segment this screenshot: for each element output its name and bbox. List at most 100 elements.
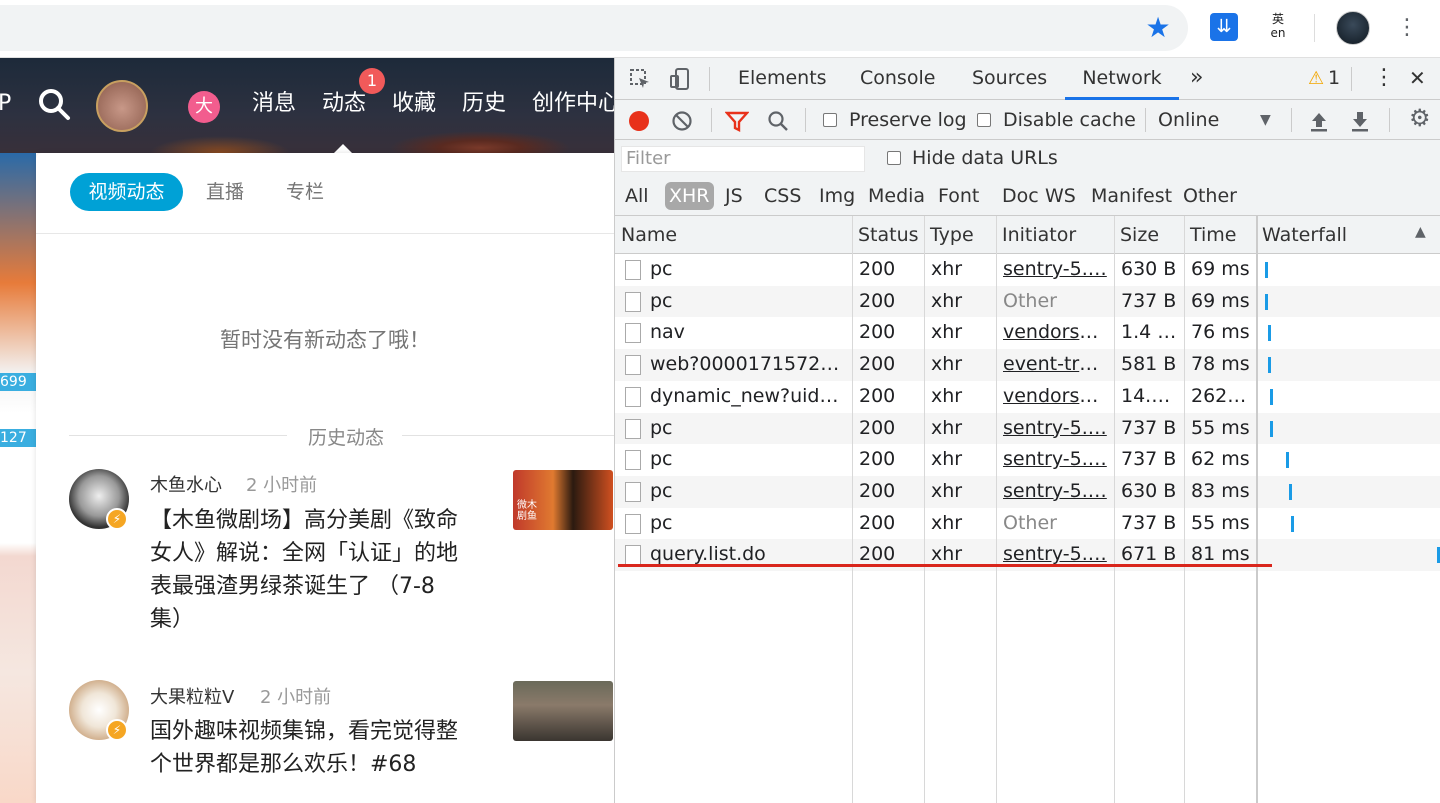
gear-icon[interactable]: ⚙ xyxy=(1409,106,1431,130)
network-request-table: Name Status Type Initiator Size Time Wat… xyxy=(615,216,1440,803)
table-row[interactable]: pc 200 xhr sentry-5.… 630 B 83 ms xyxy=(615,475,1440,508)
request-name[interactable]: pc xyxy=(650,413,848,444)
column-header-initiator[interactable]: Initiator xyxy=(996,216,1114,254)
request-initiator[interactable]: event-tra… xyxy=(1003,349,1109,380)
column-header-time[interactable]: Time xyxy=(1184,216,1256,254)
filter-input[interactable]: Filter xyxy=(621,146,865,172)
type-filter-font[interactable]: Font xyxy=(938,182,979,210)
search-icon[interactable] xyxy=(36,86,72,122)
nav-messages[interactable]: 消息 xyxy=(252,90,296,118)
request-name[interactable]: web?00001715721… xyxy=(650,349,848,380)
warning-count[interactable]: 1 xyxy=(1328,66,1340,90)
disable-cache-label[interactable]: Disable cache xyxy=(1003,108,1136,132)
request-name[interactable]: pc xyxy=(650,476,848,507)
export-har-icon[interactable] xyxy=(1348,109,1372,133)
request-initiator[interactable]: sentry-5.… xyxy=(1003,444,1109,475)
request-initiator[interactable]: sentry-5.… xyxy=(1003,476,1109,507)
tab-sources[interactable]: Sources xyxy=(972,66,1047,90)
tab-live[interactable]: 直播 xyxy=(206,180,244,204)
request-name[interactable]: pc xyxy=(650,508,848,539)
type-filter-manifest[interactable]: Manifest xyxy=(1091,182,1172,210)
tab-video-dynamics[interactable]: 视频动态 xyxy=(70,173,183,211)
nav-favorites[interactable]: 收藏 xyxy=(392,90,436,118)
toolbar-divider xyxy=(1389,108,1390,132)
browser-toolbar: ★ ⇊ 英 en ⋮ xyxy=(0,0,1440,58)
type-filter-other[interactable]: Other xyxy=(1183,182,1237,210)
tab-elements[interactable]: Elements xyxy=(738,66,827,90)
type-filter-doc[interactable]: Doc xyxy=(1002,182,1039,210)
table-row[interactable]: dynamic_new?uid=… 200 xhr vendors~… 14.… 262… xyxy=(615,381,1440,413)
kebab-menu-icon[interactable]: ⋮ xyxy=(1396,12,1418,44)
device-toolbar-icon[interactable] xyxy=(669,67,691,91)
download-extension-icon[interactable]: ⇊ xyxy=(1210,13,1238,41)
tab-column[interactable]: 专栏 xyxy=(286,180,324,204)
disable-cache-checkbox[interactable] xyxy=(977,113,991,127)
warning-icon[interactable]: ⚠ xyxy=(1308,68,1324,89)
hide-data-urls-label[interactable]: Hide data URLs xyxy=(912,146,1058,170)
search-icon[interactable] xyxy=(767,110,789,132)
table-row[interactable]: pc 200 xhr sentry-5.… 737 B 62 ms xyxy=(615,444,1440,476)
user-avatar[interactable] xyxy=(96,80,148,132)
tab-network[interactable]: Network xyxy=(1065,58,1179,100)
type-filter-xhr[interactable]: XHR xyxy=(665,182,714,210)
chevron-down-icon[interactable]: ▼ xyxy=(1260,108,1271,132)
table-row[interactable]: nav 200 xhr vendors~… 1.4 … 76 ms xyxy=(615,317,1440,349)
devtools-menu-icon[interactable]: ⋮ xyxy=(1373,66,1395,90)
request-initiator[interactable]: sentry-5.… xyxy=(1003,413,1109,444)
type-filter-css[interactable]: CSS xyxy=(764,182,801,210)
type-filter-js[interactable]: JS xyxy=(725,182,743,210)
request-initiator[interactable]: sentry-5.… xyxy=(1003,254,1109,285)
video-thumbnail[interactable] xyxy=(513,681,613,741)
request-name[interactable]: dynamic_new?uid=… xyxy=(650,381,848,412)
close-icon[interactable]: ✕ xyxy=(1409,66,1426,90)
throttle-select[interactable]: Online xyxy=(1158,108,1219,132)
request-name[interactable]: pc xyxy=(650,286,848,317)
tab-console[interactable]: Console xyxy=(860,66,935,90)
import-har-icon[interactable] xyxy=(1307,109,1331,133)
preserve-log-checkbox[interactable] xyxy=(823,113,837,127)
request-initiator[interactable]: vendors~… xyxy=(1003,317,1109,348)
address-bar[interactable] xyxy=(0,5,1188,51)
toolbar-divider xyxy=(1145,108,1146,132)
clear-icon[interactable] xyxy=(671,110,693,132)
request-initiator[interactable]: vendors~… xyxy=(1003,381,1109,412)
star-icon[interactable]: ★ xyxy=(1144,14,1172,42)
nav-dynamics[interactable]: 动态 xyxy=(322,90,366,118)
request-type: xhr xyxy=(931,416,963,439)
video-thumbnail[interactable]: 微木 剧鱼 xyxy=(513,470,613,530)
column-header-waterfall[interactable]: Waterfall xyxy=(1256,216,1440,254)
request-size: 737 B xyxy=(1121,448,1177,471)
type-filter-media[interactable]: Media xyxy=(868,182,925,210)
profile-avatar[interactable] xyxy=(1336,11,1370,45)
feed-author[interactable]: 木鱼水心 xyxy=(150,471,222,497)
type-filter-all[interactable]: All xyxy=(625,182,649,210)
nav-creator-center[interactable]: 创作中心 xyxy=(532,90,614,118)
more-tabs-icon[interactable]: » xyxy=(1190,66,1203,90)
feed-title[interactable]: 【木鱼微剧场】高分美剧《致命 女人》解说：全网「认证」的地 表最强渣男绿茶诞生了… xyxy=(150,504,458,636)
inspect-element-icon[interactable] xyxy=(629,68,651,90)
feed-title[interactable]: 国外趣味视频集锦，看完觉得整 个世界都是那么欢乐！#68 xyxy=(150,715,458,781)
type-filter-ws[interactable]: WS xyxy=(1045,182,1076,210)
table-row[interactable]: pc 200 xhr Other 737 B 55 ms xyxy=(615,508,1440,540)
column-header-name[interactable]: Name xyxy=(615,216,852,254)
request-name[interactable]: pc xyxy=(650,444,848,475)
column-header-type[interactable]: Type xyxy=(924,216,996,254)
preserve-log-label[interactable]: Preserve log xyxy=(849,108,967,132)
feed-author[interactable]: 大果粒粒V xyxy=(150,683,234,709)
vip-badge[interactable]: 大 xyxy=(188,91,220,123)
record-icon[interactable] xyxy=(629,111,649,131)
request-name[interactable]: pc xyxy=(650,254,848,285)
table-row[interactable]: pc 200 xhr sentry-5.… 630 B 69 ms xyxy=(615,254,1440,286)
table-row[interactable]: web?00001715721… 200 xhr event-tra… 581 B 78 … xyxy=(615,349,1440,381)
type-filter-img[interactable]: Img xyxy=(819,182,855,210)
filter-icon[interactable] xyxy=(725,110,749,132)
column-header-size[interactable]: Size xyxy=(1114,216,1184,254)
request-name[interactable]: nav xyxy=(650,317,848,348)
table-row[interactable]: pc 200 xhr sentry-5.… 737 B 55 ms xyxy=(615,412,1440,445)
sort-ascending-icon[interactable]: ▲ xyxy=(1415,224,1426,240)
hide-data-urls-checkbox[interactable] xyxy=(887,151,901,165)
translate-extension-icon[interactable]: 英 en xyxy=(1262,12,1294,44)
column-header-status[interactable]: Status xyxy=(852,216,924,254)
nav-history[interactable]: 历史 xyxy=(462,90,506,118)
table-row[interactable]: pc 200 xhr Other 737 B 69 ms xyxy=(615,285,1440,318)
